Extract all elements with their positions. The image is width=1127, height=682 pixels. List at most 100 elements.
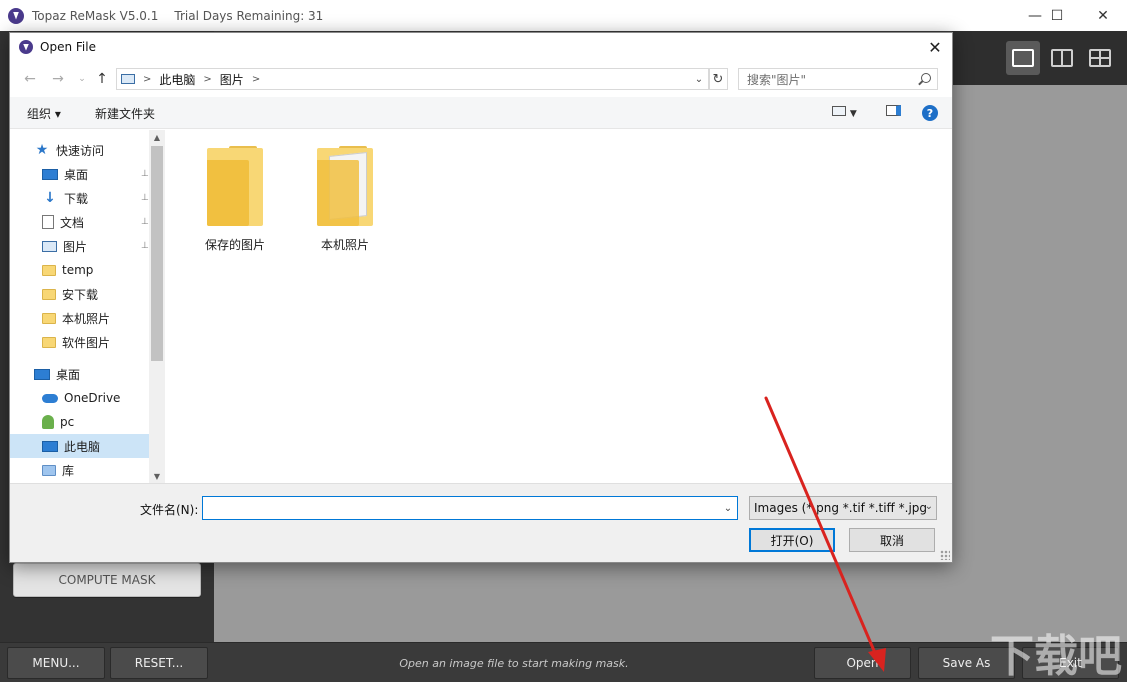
desktop-icon [34, 368, 50, 380]
quad-view-icon [1089, 49, 1111, 67]
pin-icon: ⊥ [141, 217, 149, 227]
status-text: Open an image file to start making mask. [399, 656, 629, 670]
reset-button[interactable]: RESET... [110, 647, 208, 679]
tree-item[interactable]: ↓ 下载 ⊥ [10, 186, 149, 210]
back-arrow-icon[interactable]: ← [20, 69, 40, 89]
file-list: 保存的图片 本机照片 [165, 130, 952, 483]
search-input[interactable]: 搜索"图片" [738, 68, 938, 90]
forward-arrow-icon[interactable]: → [48, 69, 68, 89]
tree-item[interactable]: 软件图片 [10, 330, 149, 354]
menu-button[interactable]: MENU... [7, 647, 105, 679]
tree-item[interactable]: 本机照片 [10, 306, 149, 330]
close-button[interactable]: ✕ [1080, 0, 1126, 31]
pictures-icon [42, 240, 57, 252]
breadcrumb-separator: > [251, 73, 261, 85]
tree-item-label: pc [60, 415, 75, 429]
dialog-footer: 文件名(N): ⌄ Images (*.png *.tif *.tiff *.j… [10, 483, 952, 562]
navigation-scrollbar[interactable]: ▲ ▼ [149, 130, 165, 483]
tree-item[interactable]: 桌面 [10, 362, 149, 386]
folder-label[interactable]: 本机照片 [285, 236, 405, 253]
navigation-bar: ← → ⌄ ↑ > 此电脑 > 图片 > ⌄ ↻ 搜索"图片" [10, 64, 952, 94]
up-arrow-icon[interactable]: ↑ [92, 69, 112, 89]
single-view-button[interactable] [1006, 41, 1040, 75]
dialog-title: Open File [40, 40, 96, 54]
new-folder-button[interactable]: 新建文件夹 [95, 105, 155, 122]
tree-item-label: OneDrive [64, 391, 121, 405]
search-icon [921, 73, 931, 83]
open-button[interactable]: Open [814, 647, 911, 679]
topaz-logo-icon [19, 40, 33, 54]
computer-icon [42, 440, 58, 452]
pin-icon: ⊥ [141, 241, 149, 251]
file-type-value: Images (*.png *.tif *.tiff *.jpg [754, 501, 928, 515]
tree-item[interactable]: 安下载 [10, 282, 149, 306]
recent-chevron-icon[interactable]: ⌄ [72, 69, 92, 89]
address-bar[interactable]: > 此电脑 > 图片 > ⌄ [116, 68, 710, 90]
pictures-icon [121, 74, 135, 84]
split-view-button[interactable] [1045, 41, 1079, 75]
tree-item-label: 此电脑 [64, 439, 101, 454]
search-placeholder: 搜索"图片" [747, 72, 807, 87]
preview-pane-icon[interactable] [886, 105, 901, 119]
open-file-dialog: Open File ✕ ← → ⌄ ↑ > 此电脑 > 图片 > ⌄ ↻ 搜索"… [9, 32, 953, 563]
scroll-down-icon[interactable]: ▼ [149, 469, 165, 483]
view-toolbar [952, 31, 1127, 85]
tree-item[interactable]: 文档 ⊥ [10, 210, 149, 234]
tree-item-label: 文档 [60, 215, 85, 230]
navigation-pane: ★ 快速访问 桌面 ⊥ ↓ 下载 ⊥ 文档 ⊥ 图片 ⊥ temp 安下载本机照片软件图片桌面 OneDr… [10, 130, 165, 483]
folder-saved-pictures[interactable] [199, 146, 263, 228]
folder-icon [42, 336, 56, 348]
tree-item[interactable]: pc [10, 410, 149, 434]
split-view-icon [1051, 49, 1073, 67]
dialog-close-button[interactable]: ✕ [918, 33, 952, 61]
tree-item[interactable]: temp [10, 258, 149, 282]
onedrive-icon [42, 393, 58, 403]
folder-local-photos[interactable] [309, 146, 373, 228]
filename-label: 文件名(N): [140, 503, 199, 517]
single-view-icon [1012, 49, 1034, 67]
desktop-icon [42, 168, 58, 180]
tree-item-label: 桌面 [56, 367, 81, 382]
file-type-select[interactable]: Images (*.png *.tif *.tiff *.jpg ⌄ [749, 496, 937, 520]
app-titlebar: Topaz ReMask V5.0.1 Trial Days Remaining… [0, 0, 1127, 31]
breadcrumb-separator: > [203, 73, 212, 85]
quad-view-button[interactable] [1083, 41, 1117, 75]
refresh-icon[interactable]: ↻ [708, 68, 728, 90]
dialog-cancel-button[interactable]: 取消 [849, 528, 935, 552]
pin-icon: ⊥ [141, 193, 149, 203]
dialog-open-button[interactable]: 打开(O) [749, 528, 835, 552]
breadcrumb-pictures[interactable]: 图片 [220, 71, 244, 88]
tree-item-label: 软件图片 [62, 335, 111, 350]
user-icon [42, 415, 54, 429]
compute-mask-button[interactable]: COMPUTE MASK [13, 563, 201, 597]
breadcrumb-this-pc[interactable]: 此电脑 [159, 71, 195, 88]
trial-days-label: Trial Days Remaining: 31 [174, 8, 324, 23]
tree-item-label: 图片 [63, 239, 88, 254]
maximize-button[interactable]: ☐ [1034, 0, 1080, 31]
tree-item-label: 库 [62, 463, 75, 478]
tree-item[interactable]: 图片 ⊥ [10, 234, 149, 258]
view-options-icon[interactable]: ▼ [832, 105, 857, 119]
command-bar: 组织 ▾ 新建文件夹 ▼ ? [10, 97, 952, 129]
scrollbar-thumb[interactable] [151, 146, 163, 361]
tree-item[interactable]: ★ 快速访问 [10, 138, 149, 162]
filename-input[interactable] [202, 496, 738, 520]
tree-item-label: 安下载 [62, 287, 99, 302]
star-icon: ★ [35, 142, 49, 158]
tree-item[interactable]: 此电脑 [10, 434, 149, 458]
help-icon[interactable]: ? [922, 105, 938, 121]
tree-item[interactable]: OneDrive [10, 386, 149, 410]
address-dropdown-icon[interactable]: ⌄ [691, 71, 707, 87]
tree-item[interactable]: 库 [10, 458, 149, 482]
resize-grip-icon[interactable] [940, 550, 950, 560]
dialog-titlebar: Open File ✕ [10, 33, 952, 61]
tree-item[interactable]: 桌面 ⊥ [10, 162, 149, 186]
topaz-logo-icon [8, 7, 24, 24]
breadcrumb-separator: > [143, 73, 152, 85]
folder-label[interactable]: 保存的图片 [175, 236, 295, 253]
organize-button[interactable]: 组织 ▾ [27, 105, 61, 122]
scroll-up-icon[interactable]: ▲ [149, 130, 165, 144]
bottom-bar: MENU... RESET... Open an image file to s… [0, 642, 1127, 682]
tree-item-label: 本机照片 [62, 311, 111, 326]
filename-dropdown-icon[interactable]: ⌄ [720, 500, 736, 516]
